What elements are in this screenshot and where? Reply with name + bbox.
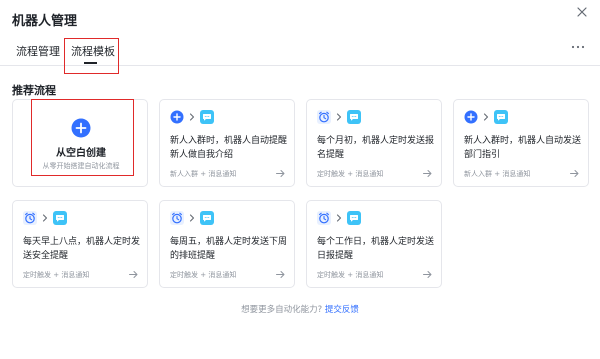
template-action: 消息通知 bbox=[355, 271, 384, 279]
template-tags: 定时触发 + 消息通知 bbox=[317, 271, 384, 279]
arrow-right-icon[interactable] bbox=[275, 168, 286, 179]
template-tags: 定时触发 + 消息通知 bbox=[170, 271, 237, 279]
chevron-right-icon bbox=[331, 112, 347, 122]
feedback-link[interactable]: 提交反馈 bbox=[325, 305, 359, 315]
template-description: 新人入群时，机器人自动提醒新人做自我介绍 bbox=[170, 136, 288, 160]
tab-flow-management[interactable]: 流程管理 bbox=[16, 43, 60, 59]
plus-circle-icon bbox=[170, 110, 184, 124]
template-card[interactable]: 每周五，机器人定时发送下周的排班提醒定时触发 + 消息通知 bbox=[159, 200, 295, 288]
arrow-right-icon[interactable] bbox=[422, 168, 433, 179]
alarm-clock-icon bbox=[317, 110, 331, 124]
message-icon bbox=[53, 211, 67, 225]
message-icon bbox=[347, 211, 361, 225]
template-action: 消息通知 bbox=[208, 170, 237, 178]
message-icon bbox=[200, 110, 214, 124]
arrow-right-icon[interactable] bbox=[569, 168, 580, 179]
card-flow-icons bbox=[464, 110, 508, 124]
footer-question: 想要更多自动化能力? bbox=[241, 305, 323, 315]
template-action: 消息通知 bbox=[502, 170, 531, 178]
chevron-right-icon bbox=[37, 213, 53, 223]
template-card[interactable]: 每个月初，机器人定时发送报名提醒定时触发 + 消息通知 bbox=[306, 99, 442, 187]
template-description: 每天早上八点，机器人定时发送安全提醒 bbox=[23, 237, 141, 261]
chevron-right-icon bbox=[331, 213, 347, 223]
template-tags: 定时触发 + 消息通知 bbox=[23, 271, 90, 279]
template-card[interactable]: 新人入群时，机器人自动发送部门指引新人入群 + 消息通知 bbox=[453, 99, 589, 187]
template-description: 每周五，机器人定时发送下周的排班提醒 bbox=[170, 237, 288, 261]
message-icon bbox=[494, 110, 508, 124]
template-description: 每个工作日，机器人定时发送日报提醒 bbox=[317, 237, 435, 261]
template-action: 消息通知 bbox=[61, 271, 90, 279]
template-trigger: 定时触发 bbox=[317, 170, 345, 178]
template-tags: 新人入群 + 消息通知 bbox=[464, 170, 531, 178]
chevron-right-icon bbox=[478, 112, 494, 122]
template-trigger: 新人入群 bbox=[170, 170, 198, 178]
card-flow-icons bbox=[23, 211, 67, 225]
tab-highlight-box bbox=[64, 38, 119, 74]
template-action: 消息通知 bbox=[355, 170, 384, 178]
template-action: 消息通知 bbox=[208, 271, 237, 279]
template-card[interactable]: 每天早上八点，机器人定时发送安全提醒定时触发 + 消息通知 bbox=[12, 200, 148, 288]
template-tags: 新人入群 + 消息通知 bbox=[170, 170, 237, 178]
alarm-clock-icon bbox=[317, 211, 331, 225]
card-flow-icons bbox=[170, 211, 214, 225]
template-trigger: 定时触发 bbox=[170, 271, 198, 279]
template-description: 每个月初，机器人定时发送报名提醒 bbox=[317, 136, 435, 160]
section-title: 推荐流程 bbox=[12, 84, 56, 97]
arrow-right-icon[interactable] bbox=[275, 269, 286, 280]
arrow-right-icon[interactable] bbox=[422, 269, 433, 280]
dialog-title: 机器人管理 bbox=[12, 14, 78, 29]
footer: 想要更多自动化能力? 提交反馈 bbox=[0, 303, 600, 315]
message-icon bbox=[347, 110, 361, 124]
card-flow-icons bbox=[317, 211, 361, 225]
template-card[interactable]: 每个工作日，机器人定时发送日报提醒定时触发 + 消息通知 bbox=[306, 200, 442, 288]
card-flow-icons bbox=[317, 110, 361, 124]
arrow-right-icon[interactable] bbox=[128, 269, 139, 280]
template-trigger: 定时触发 bbox=[317, 271, 345, 279]
template-trigger: 新人入群 bbox=[464, 170, 492, 178]
card-flow-icons bbox=[170, 110, 214, 124]
chevron-right-icon bbox=[184, 112, 200, 122]
message-icon bbox=[200, 211, 214, 225]
plus-circle-icon bbox=[464, 110, 478, 124]
close-icon[interactable] bbox=[574, 4, 590, 20]
blank-card-highlight-box bbox=[31, 99, 134, 176]
template-trigger: 定时触发 bbox=[23, 271, 51, 279]
alarm-clock-icon bbox=[23, 211, 37, 225]
template-card[interactable]: 新人入群时，机器人自动提醒新人做自我介绍新人入群 + 消息通知 bbox=[159, 99, 295, 187]
template-description: 新人入群时，机器人自动发送部门指引 bbox=[464, 136, 582, 160]
chevron-right-icon bbox=[184, 213, 200, 223]
more-icon[interactable] bbox=[570, 43, 586, 51]
alarm-clock-icon bbox=[170, 211, 184, 225]
template-tags: 定时触发 + 消息通知 bbox=[317, 170, 384, 178]
